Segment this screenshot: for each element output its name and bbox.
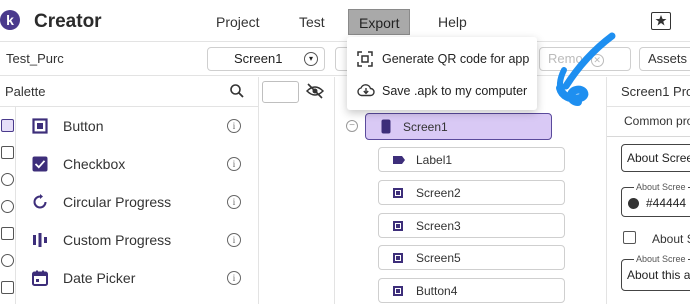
- category-maps-icon[interactable]: [1, 227, 14, 240]
- phone-icon: [381, 119, 391, 134]
- screen-select[interactable]: Screen1 ▾: [207, 47, 325, 71]
- chevron-down-icon: ▾: [304, 52, 318, 66]
- palette-item-circular-progress[interactable]: Circular Progress i: [16, 183, 258, 221]
- info-icon[interactable]: i: [227, 195, 241, 209]
- palette-title: Palette: [5, 84, 46, 99]
- info-icon[interactable]: i: [227, 157, 241, 171]
- tab-underline: [607, 136, 690, 137]
- checkbox-icon: [32, 156, 48, 172]
- category-layout-icon[interactable]: [1, 146, 14, 159]
- star-folder-icon[interactable]: [651, 12, 671, 30]
- assets-button[interactable]: Assets: [639, 47, 690, 71]
- qr-code-icon: [357, 51, 373, 72]
- menu-item-generate-qr[interactable]: Generate QR code for app: [347, 43, 537, 75]
- tree-node-screen5[interactable]: Screen5: [378, 245, 565, 270]
- tree-node-label: Screen1: [403, 120, 448, 134]
- calendar-icon: [32, 270, 48, 286]
- category-user-interface-icon[interactable]: [1, 119, 14, 132]
- palette-category-strip: [0, 107, 16, 304]
- tab-common-properties[interactable]: Common pro: [624, 114, 690, 128]
- export-dropdown-menu: Generate QR code for app Save .apk to my…: [347, 37, 537, 110]
- category-social-icon[interactable]: [1, 281, 14, 294]
- background-color-value: #44444: [646, 196, 687, 210]
- category-sensors-icon[interactable]: [1, 254, 14, 267]
- about-screen-checkbox-label: About S: [652, 232, 690, 246]
- button-icon: [393, 286, 403, 296]
- info-icon[interactable]: i: [227, 119, 241, 133]
- viewer-size-input[interactable]: [262, 81, 299, 103]
- background-color-field[interactable]: About Scree #44444: [621, 182, 690, 217]
- about-screen-text-value: About this a: [627, 268, 690, 282]
- tree-node-screen2[interactable]: Screen2: [378, 180, 565, 205]
- tree-node-label: Screen2: [416, 186, 461, 200]
- panel-divider: [606, 77, 607, 304]
- menu-export[interactable]: Export: [348, 9, 411, 35]
- screen-select-value: Screen1: [234, 51, 283, 66]
- palette-item-label: Custom Progress: [63, 232, 172, 248]
- palette-item-button[interactable]: Button i: [16, 107, 258, 145]
- menu-help[interactable]: Help: [428, 9, 477, 35]
- tree-node-button4[interactable]: Button4: [378, 278, 565, 303]
- palette-item-label: Button: [63, 118, 104, 134]
- about-screen-text-field[interactable]: About Scree About this a: [621, 254, 690, 291]
- circular-progress-icon: [32, 194, 48, 210]
- panel-divider: [334, 77, 335, 304]
- collapse-icon[interactable]: −: [346, 120, 358, 132]
- eye-off-icon[interactable]: [305, 83, 325, 104]
- button-icon: [393, 188, 403, 198]
- project-name: Test_Purc: [6, 51, 64, 66]
- tree-node-label: Screen3: [416, 219, 461, 233]
- about-screen-checkbox[interactable]: [623, 231, 636, 244]
- menu-item-label: Generate QR code for app: [382, 52, 530, 66]
- app-logo: k: [0, 10, 20, 30]
- info-icon[interactable]: i: [227, 233, 241, 247]
- app-title: Creator: [34, 11, 102, 32]
- assets-label: Assets: [648, 51, 688, 66]
- button-icon: [393, 253, 403, 263]
- cloud-download-icon: [357, 83, 375, 102]
- palette-item-label: Checkbox: [63, 156, 126, 172]
- tree-node-label: Screen5: [416, 251, 461, 265]
- color-swatch: [628, 198, 639, 209]
- menu-item-label: Save .apk to my computer: [382, 84, 528, 98]
- palette-item-custom-progress[interactable]: Custom Progress i: [16, 221, 258, 259]
- palette-item-date-picker[interactable]: Date Picker i: [16, 259, 258, 297]
- panel-divider: [258, 77, 259, 304]
- menu-item-save-apk[interactable]: Save .apk to my computer: [347, 75, 537, 107]
- custom-progress-icon: [32, 232, 48, 248]
- category-media-icon[interactable]: [1, 173, 14, 186]
- info-icon[interactable]: i: [227, 271, 241, 285]
- background-color-legend: About Scree: [634, 182, 688, 192]
- palette-item-label: Circular Progress: [63, 194, 172, 210]
- button-icon: [393, 221, 403, 231]
- annotation-scribble: [556, 32, 616, 106]
- category-drawing-icon[interactable]: [1, 200, 14, 213]
- menu-test[interactable]: Test: [289, 9, 335, 35]
- about-screen-field[interactable]: About Scree: [621, 144, 690, 172]
- palette-item-label: Date Picker: [63, 270, 136, 286]
- button-icon: [32, 118, 48, 134]
- tree-node-screen1[interactable]: Screen1: [365, 113, 552, 140]
- palette-item-checkbox[interactable]: Checkbox i: [16, 145, 258, 183]
- about-screen-value: About Scree: [627, 151, 690, 165]
- tree-node-label: Label1: [416, 153, 453, 167]
- tree-node-label1[interactable]: Label1: [378, 147, 565, 172]
- about-screen-text-legend: About Scree: [634, 254, 688, 264]
- palette-header: Palette: [0, 77, 258, 107]
- menu-project[interactable]: Project: [206, 9, 270, 35]
- properties-title: Screen1 Pro: [621, 84, 690, 99]
- tree-node-screen3[interactable]: Screen3: [378, 213, 565, 238]
- label-icon: [393, 156, 405, 164]
- tree-node-label: Button4: [416, 284, 458, 298]
- search-icon[interactable]: [229, 83, 245, 104]
